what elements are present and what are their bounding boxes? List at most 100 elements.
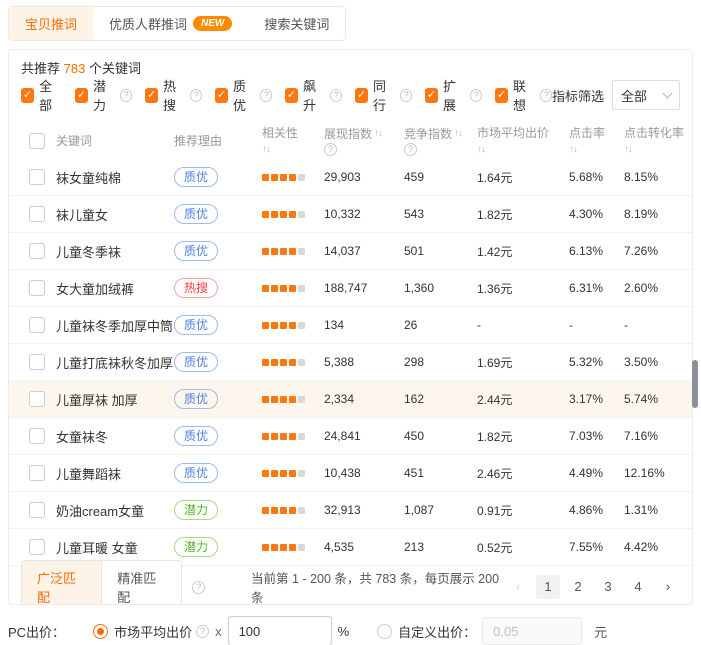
keyword-cell: 儿童打底袜秋冬加厚 [56,353,174,372]
sort-icon[interactable]: ↑↓ [454,126,462,142]
page-4[interactable]: 4 [626,575,650,599]
row-checkbox[interactable] [29,465,45,481]
filter-checkbox-5[interactable]: ✓同行 [355,76,412,114]
ctr-cell: 7.55% [569,540,624,554]
filter-checkbox-1[interactable]: ✓潜力 [75,76,132,114]
cvr-cell: 7.16% [624,429,692,443]
relevance-cell [262,359,324,366]
column-header-4[interactable]: 竞争指数↑↓ [404,126,477,156]
reason-cell: 质优 [174,204,262,224]
match-mode-0[interactable]: 广泛匹配 [22,561,101,605]
market-avg-radio[interactable] [93,624,108,639]
ctr-cell: - [569,318,624,332]
page-2[interactable]: 2 [566,575,590,599]
relevance-bar [298,211,305,218]
sort-icon[interactable]: ↑↓ [624,142,632,157]
header-checkbox-cell [9,133,56,149]
custom-bid-radio[interactable] [377,624,392,639]
custom-bid-input[interactable] [482,617,582,645]
help-icon[interactable] [540,89,552,102]
row-checkbox[interactable] [29,169,45,185]
relevance-bar [271,396,278,403]
reason-tag: 热搜 [174,278,218,298]
sort-icon[interactable]: ↑↓ [569,142,577,157]
row-checkbox-cell [9,206,56,222]
sort-icon[interactable]: ↑↓ [374,126,382,142]
column-label: 市场平均出价 [477,125,549,141]
help-icon[interactable] [400,89,412,102]
keyword-text: 儿童耳暖 女童 [56,541,138,556]
sort-icon[interactable]: ↑↓ [262,142,270,157]
row-checkbox[interactable] [29,354,45,370]
help-icon[interactable] [190,89,202,102]
keyword-panel: 共推荐 783 个关键词 ✓全部✓潜力✓热搜✓质优✓飙升✓同行✓扩展✓联想 指标… [8,49,693,605]
tab-0[interactable]: 宝贝推词 [9,7,93,40]
tab-1[interactable]: 优质人群推词NEW [93,7,248,40]
row-checkbox[interactable] [29,428,45,444]
row-checkbox[interactable] [29,502,45,518]
select-all-checkbox[interactable] [29,133,45,149]
filter-checkbox-6[interactable]: ✓扩展 [425,76,482,114]
column-subrow: ↑↓ [262,142,324,157]
row-checkbox[interactable] [29,280,45,296]
impressions-cell: 32,913 [324,503,404,517]
competition-cell: 298 [404,355,477,369]
table-row: 儿童打底袜秋冬加厚质优5,3882981.69元5.32%3.50% [9,344,692,381]
relevance-bar [280,470,287,477]
relevance-bars [262,507,324,514]
help-icon[interactable] [470,89,482,102]
cvr-cell: 8.19% [624,207,692,221]
column-label: 相关性 [262,125,298,141]
keyword-cell: 儿童袜冬季加厚中筒 [56,316,174,335]
cvr-cell: 12.16% [624,466,692,480]
relevance-bar [271,285,278,292]
keyword-text: 袜女童纯棉 [56,171,121,186]
row-checkbox[interactable] [29,243,45,259]
column-header-6[interactable]: 点击率↑↓ [569,125,624,157]
metric-filter-select[interactable]: 全部 [612,80,680,110]
row-checkbox-cell [9,169,56,185]
next-page-icon[interactable]: › [656,575,680,599]
filter-checkbox-label: 热搜 [163,76,186,114]
avg-bid-cell: 2.46元 [477,465,569,482]
pagination: ‹1234› [506,575,680,599]
sort-icon[interactable]: ↑↓ [477,142,485,157]
relevance-bar [280,433,287,440]
checkbox-checked-icon: ✓ [285,88,298,103]
tab-2[interactable]: 搜索关键词 [248,7,345,40]
help-icon[interactable] [120,89,132,102]
row-checkbox[interactable] [29,391,45,407]
row-checkbox[interactable] [29,317,45,333]
page-1[interactable]: 1 [536,575,560,599]
column-header-3[interactable]: 展现指数↑↓ [324,126,404,156]
reason-tag: 潜力 [174,537,218,557]
match-mode-1[interactable]: 精准匹配 [101,561,181,605]
row-checkbox[interactable] [29,539,45,555]
bid-help-icon[interactable] [196,625,209,638]
multiply-sign: x [215,624,222,639]
filter-checkbox-2[interactable]: ✓热搜 [145,76,202,114]
pagination-info: 当前第 1 - 200 条，共 783 条，每页展示 200 条 [251,568,506,605]
relevance-bar [298,248,305,255]
help-icon[interactable] [330,89,342,102]
column-header-7[interactable]: 点击转化率↑↓ [624,125,693,157]
page-3[interactable]: 3 [596,575,620,599]
scrollbar-thumb[interactable] [692,360,698,408]
help-icon[interactable] [260,89,272,102]
row-checkbox[interactable] [29,206,45,222]
avg-bid-cell: 1.64元 [477,169,569,186]
filter-checkbox-3[interactable]: ✓质优 [215,76,272,114]
filter-checkbox-7[interactable]: ✓联想 [495,76,552,114]
relevance-bar [289,433,296,440]
match-help-icon[interactable] [192,581,205,594]
filter-checkbox-4[interactable]: ✓飙升 [285,76,342,114]
help-icon[interactable] [324,143,337,156]
filter-checkbox-0[interactable]: ✓全部 [21,76,62,114]
column-header-5[interactable]: 市场平均出价↑↓ [477,125,569,157]
multiplier-input[interactable] [228,616,332,645]
reason-tag: 质优 [174,167,218,187]
reason-tag: 质优 [174,426,218,446]
column-title: 展现指数↑↓ [324,126,404,142]
help-icon[interactable] [404,143,417,156]
column-header-2[interactable]: 相关性↑↓ [262,125,324,157]
